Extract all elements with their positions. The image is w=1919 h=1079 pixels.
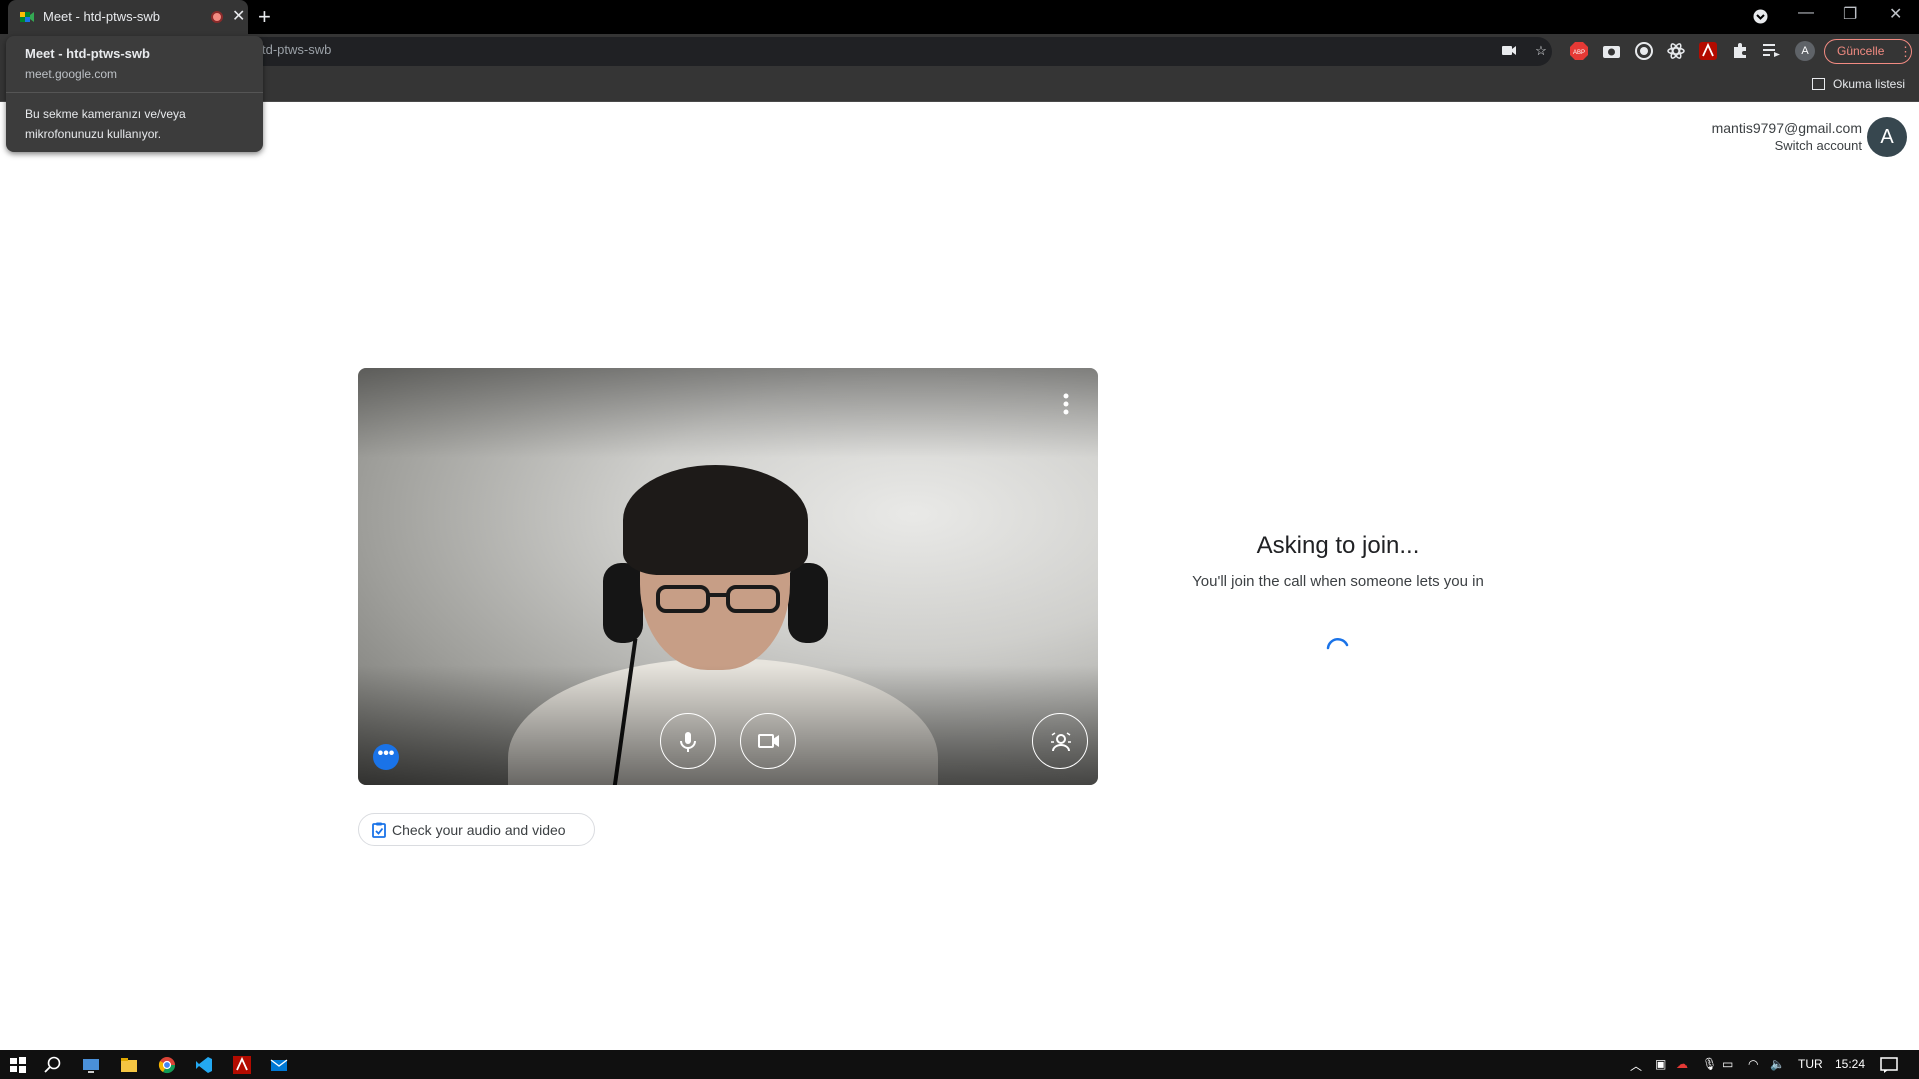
bookmarks-bar: Okuma listesi xyxy=(0,69,1919,102)
person-glasses xyxy=(656,585,780,613)
more-options-icon[interactable] xyxy=(1063,393,1069,415)
search-icon[interactable] xyxy=(44,1056,62,1074)
background-effects-icon xyxy=(1051,732,1071,752)
hover-card-divider xyxy=(6,92,263,93)
volume-icon[interactable]: 🔈 xyxy=(1770,1057,1785,1071)
self-view-video: ••• xyxy=(358,368,1098,785)
update-button[interactable]: Güncelle ⋮ xyxy=(1824,39,1912,64)
file-explorer-icon[interactable] xyxy=(120,1056,138,1074)
video-bottom-gradient xyxy=(358,665,1098,785)
record-extension-icon[interactable] xyxy=(1635,42,1653,60)
minimize-icon[interactable]: — xyxy=(1798,4,1814,22)
microphone-button[interactable] xyxy=(660,713,716,769)
extensions-puzzle-icon[interactable] xyxy=(1732,42,1749,59)
notifications-icon[interactable] xyxy=(1880,1056,1898,1074)
clock[interactable]: 15:24 xyxy=(1835,1057,1865,1071)
join-status-panel: Asking to join... You'll join the call w… xyxy=(1180,532,1496,594)
language-indicator[interactable]: TUR xyxy=(1798,1057,1823,1071)
hover-card-camera-notice: Bu sekme kameranızı ve/veya mikrofonunuz… xyxy=(25,107,186,141)
battery-icon[interactable]: ▭ xyxy=(1722,1057,1733,1071)
join-status-subtext: You'll join the call when someone lets y… xyxy=(1192,573,1484,590)
tab-hover-card: Meet - htd-ptws-swb meet.google.com Bu s… xyxy=(6,36,263,152)
acrobat-icon[interactable] xyxy=(233,1056,251,1074)
camera-button[interactable] xyxy=(740,713,796,769)
adblock-icon[interactable]: ABP xyxy=(1570,42,1588,60)
asking-to-join-heading: Asking to join... xyxy=(1256,532,1420,559)
update-label: Güncelle xyxy=(1837,44,1885,58)
reading-list-icon xyxy=(1812,78,1825,90)
chrome-icon[interactable] xyxy=(158,1056,176,1074)
windows-taskbar: ︿ ▣ ☁ 🎙 ▭ ◠ 🔈 TUR 15:24 xyxy=(0,1050,1919,1079)
media-queue-icon[interactable] xyxy=(1763,43,1780,57)
check-audio-video-label: Check your audio and video xyxy=(392,822,566,838)
screenshot-camera-icon[interactable] xyxy=(1603,43,1620,58)
camera-in-use-icon[interactable] xyxy=(1502,45,1516,56)
recording-indicator-icon xyxy=(211,11,223,23)
headphone-right xyxy=(788,563,828,643)
task-view-icon[interactable] xyxy=(82,1056,100,1074)
bookmark-star-icon[interactable]: ☆ xyxy=(1532,42,1550,60)
react-devtools-icon[interactable] xyxy=(1667,42,1685,60)
reading-list-button[interactable]: Okuma listesi xyxy=(1812,77,1905,91)
account-email: mantis9797@gmail.com xyxy=(1711,120,1862,136)
meet-now-icon[interactable]: ▣ xyxy=(1655,1057,1666,1071)
vscode-icon[interactable] xyxy=(195,1056,213,1074)
tab-meet[interactable]: Meet - htd-ptws-swb ✕ xyxy=(8,0,248,34)
account-avatar[interactable]: A xyxy=(1867,117,1907,157)
network-icon[interactable]: ◠ xyxy=(1748,1057,1758,1071)
tab-title: Meet - htd-ptws-swb xyxy=(43,9,161,24)
reading-list-label: Okuma listesi xyxy=(1833,77,1906,91)
video-camera-icon xyxy=(758,734,779,748)
svg-text:ABP: ABP xyxy=(1573,50,1585,56)
switch-account-link[interactable]: Switch account xyxy=(1712,138,1862,153)
close-tab-icon[interactable]: ✕ xyxy=(232,6,245,26)
meet-favicon-icon xyxy=(20,12,34,22)
url-text: td-ptws-swb xyxy=(262,42,332,57)
headphone-left xyxy=(603,563,643,643)
new-tab-button[interactable]: + xyxy=(258,4,271,30)
loading-spinner-icon xyxy=(1326,638,1349,650)
menu-dots-icon: ⋮ xyxy=(1899,44,1912,59)
restore-icon[interactable]: ❐ xyxy=(1843,4,1857,24)
tab-strip: Meet - htd-ptws-swb ✕ + — ❐ ✕ xyxy=(0,0,1919,34)
video-top-gradient xyxy=(358,368,1098,458)
more-effects-button[interactable]: ••• xyxy=(373,744,399,770)
address-bar[interactable] xyxy=(160,37,1552,66)
onedrive-icon[interactable]: ☁ xyxy=(1676,1057,1688,1071)
clipboard-check-icon xyxy=(372,822,386,838)
microphone-icon xyxy=(680,732,696,752)
acrobat-extension-icon[interactable] xyxy=(1699,42,1717,60)
person-hair xyxy=(623,465,808,575)
hover-card-domain: meet.google.com xyxy=(25,67,118,81)
account-info: mantis9797@gmail.com Switch account xyxy=(1712,120,1862,153)
close-window-icon[interactable]: ✕ xyxy=(1889,4,1902,24)
tab-search-icon[interactable] xyxy=(1753,9,1768,24)
check-audio-video-button[interactable]: Check your audio and video xyxy=(358,813,595,846)
microphone-tray-icon[interactable]: 🎙 xyxy=(1702,1057,1717,1071)
windows-start-icon[interactable] xyxy=(9,1056,27,1074)
hover-card-title: Meet - htd-ptws-swb xyxy=(25,46,150,61)
show-hidden-icons-icon[interactable]: ︿ xyxy=(1630,1057,1642,1074)
mail-icon[interactable] xyxy=(270,1056,288,1074)
visual-effects-button[interactable] xyxy=(1032,713,1088,769)
browser-toolbar: td-ptws-swb ☆ ABP A Güncelle ⋮ xyxy=(0,34,1919,69)
profile-avatar[interactable]: A xyxy=(1795,41,1815,61)
